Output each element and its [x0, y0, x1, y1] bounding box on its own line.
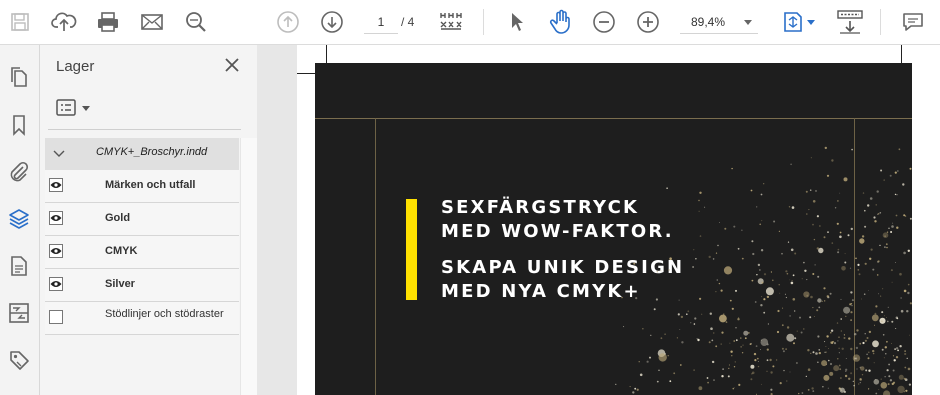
layer-item[interactable]: Silver [45, 269, 239, 302]
zoom-in-icon[interactable] [634, 8, 662, 36]
layer-name: Silver [105, 278, 135, 290]
layer-options-button[interactable] [55, 97, 95, 119]
save-icon[interactable] [6, 8, 34, 36]
print-icon[interactable] [92, 8, 124, 36]
layer-name: Gold [105, 212, 131, 224]
layers-icon[interactable] [4, 204, 34, 234]
panel-title: Lager [56, 58, 95, 75]
layer-list: CMYK+_Broschyr.indd Märken och utfall Go… [45, 138, 239, 335]
sparkle-particles [615, 146, 912, 395]
search-icon[interactable] [181, 8, 211, 36]
chevron-down-icon [744, 20, 752, 25]
toolbar: / 4 89,4% [0, 0, 940, 45]
toolbar-separator [483, 9, 484, 35]
eye-icon[interactable] [49, 211, 63, 225]
layer-name: CMYK [105, 245, 138, 257]
page-down-icon[interactable] [318, 8, 346, 36]
mail-icon[interactable] [137, 8, 167, 36]
compare-icon[interactable] [4, 298, 34, 328]
zoom-select[interactable]: 89,4% [680, 11, 758, 34]
chevron-down-icon[interactable] [52, 147, 66, 166]
layer-item[interactable]: CMYK [45, 236, 239, 269]
hand-icon[interactable] [546, 8, 576, 36]
scroll-mode-icon[interactable] [834, 8, 866, 36]
layer-name: Stödlinjer och stödraster [105, 308, 224, 320]
upload-icon[interactable] [48, 8, 80, 36]
toolbar-separator [880, 9, 881, 35]
layer-name: Märken och utfall [105, 179, 196, 191]
page-total: / 4 [401, 15, 415, 29]
comment-icon[interactable] [899, 8, 927, 36]
eye-icon[interactable] [49, 178, 63, 192]
pointer-icon[interactable] [505, 8, 529, 36]
layer-item[interactable]: Stödlinjer och stödraster [45, 302, 239, 335]
page-margin [912, 45, 940, 395]
crop-mark [297, 73, 315, 74]
bookmark-icon[interactable] [4, 110, 34, 140]
panel-gutter [257, 45, 297, 395]
tag-icon[interactable] [4, 345, 34, 375]
eye-icon[interactable] [49, 277, 63, 291]
brochure-artboard: SEXFÄRGSTRYCK MED WOW-FAKTOR. SKAPA UNIK… [315, 63, 912, 395]
layer-item[interactable]: Märken och utfall [45, 170, 239, 203]
page-up-icon[interactable] [274, 8, 302, 36]
close-icon[interactable] [222, 55, 242, 75]
layer-item[interactable]: Gold [45, 203, 239, 236]
layer-root[interactable]: CMYK+_Broschyr.indd [45, 138, 239, 170]
crop-mark [901, 45, 902, 63]
zoom-out-icon[interactable] [590, 8, 618, 36]
panel-scrollbar[interactable] [240, 138, 258, 395]
zoom-value: 89,4% [691, 15, 726, 29]
divider [48, 129, 241, 130]
layers-panel: Lager CMYK+_Broschyr.indd Märken och utf… [40, 45, 258, 395]
attachment-icon[interactable] [4, 157, 34, 187]
visibility-checkbox[interactable] [49, 310, 63, 324]
eye-icon[interactable] [49, 244, 63, 258]
navigation-rail [0, 45, 40, 395]
document-icon[interactable] [4, 251, 34, 281]
pages-icon[interactable] [4, 62, 34, 92]
page-number-input[interactable] [364, 11, 398, 34]
crop-mark [326, 45, 327, 63]
layer-root-name: CMYK+_Broschyr.indd [96, 146, 208, 158]
page-thumbnails-icon[interactable] [436, 8, 466, 36]
fit-page-icon[interactable] [779, 8, 819, 36]
